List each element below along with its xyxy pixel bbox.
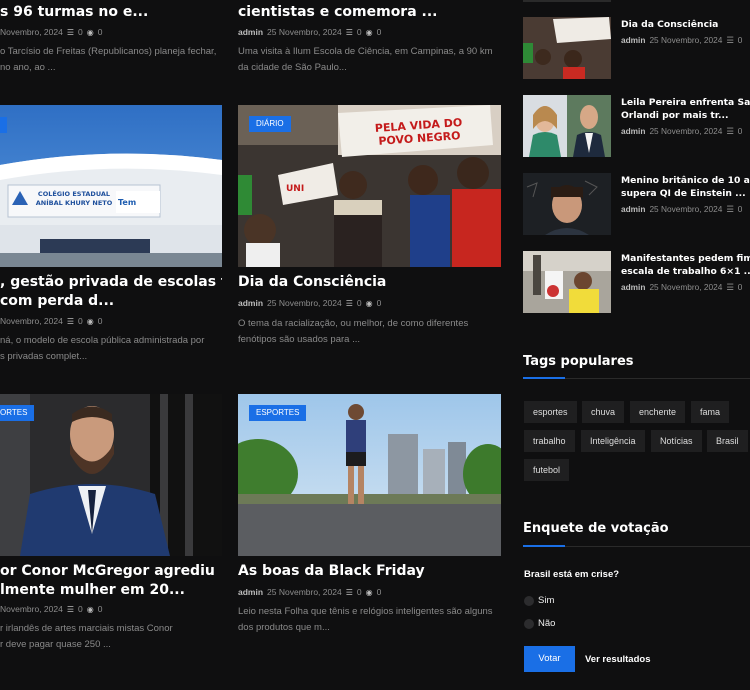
article-title[interactable]: or Conor McGregor agrediu lmente mulher … bbox=[0, 562, 222, 600]
sidebar-post-image[interactable] bbox=[523, 17, 611, 79]
poll-heading-accent bbox=[523, 545, 565, 547]
article-meta: admin 25 Novembro, 2024 ☰ 0 ◉ 0 bbox=[238, 27, 382, 37]
tag-fama[interactable]: fama bbox=[691, 401, 730, 423]
sidebar-post-image[interactable] bbox=[523, 251, 611, 313]
tag-noticias[interactable]: Notícias bbox=[651, 430, 702, 452]
svg-text:UNI: UNI bbox=[286, 184, 304, 194]
sidebar-post-title[interactable]: Menino britânico de 10 anos supera QI de… bbox=[621, 174, 750, 200]
article-excerpt: o Tarcísio de Freitas (Republicanos) pla… bbox=[0, 46, 217, 73]
poll-heading: Enquete de votação bbox=[523, 521, 669, 536]
sidebar-post-image[interactable] bbox=[523, 173, 611, 235]
article-excerpt: Uma visita à Ilum Escola de Ciência, em … bbox=[238, 46, 493, 73]
comment-icon: ☰ bbox=[66, 316, 75, 326]
eye-icon: ◉ bbox=[86, 604, 94, 614]
eye-icon: ◉ bbox=[365, 27, 373, 37]
eye-icon: ◉ bbox=[86, 27, 94, 37]
eye-icon: ◉ bbox=[86, 316, 94, 326]
article-meta: admin 25 Novembro, 2024 ☰ 0 ◉ 0 bbox=[238, 298, 382, 308]
comment-icon: ☰ bbox=[726, 204, 734, 214]
eye-icon: ◉ bbox=[365, 298, 373, 308]
tag-enchente[interactable]: enchente bbox=[630, 401, 686, 423]
school-sign: COLÉGIO ESTADUAL ANÍBAL KHURY NETO bbox=[35, 190, 113, 207]
article-image-mcgregor[interactable]: ORTES bbox=[0, 394, 222, 556]
boy-thumb bbox=[523, 173, 611, 235]
comment-icon: ☰ bbox=[345, 27, 353, 37]
comment-icon: ☰ bbox=[726, 126, 734, 136]
poll-question: Brasil está em crise? bbox=[524, 569, 620, 580]
leila-thumb bbox=[523, 95, 611, 157]
vote-button[interactable]: Votar bbox=[524, 646, 575, 672]
article-excerpt: Leio nesta Folha que tênis e relógios in… bbox=[238, 606, 493, 633]
poll-option-label[interactable]: Sim bbox=[538, 595, 554, 606]
article-meta: Novembro, 2024 ☰ 0 ◉ 0 bbox=[0, 27, 103, 37]
tags-heading-accent bbox=[523, 377, 565, 379]
comment-icon: ☰ bbox=[345, 587, 353, 597]
article-title[interactable]: Dia da Consciência bbox=[238, 273, 501, 292]
school-photo: Tem bbox=[0, 105, 222, 267]
article-meta: Novembro, 2024 ☰ 0 ◉ 0 bbox=[0, 604, 103, 614]
category-badge[interactable]: ESPORTES bbox=[249, 405, 307, 421]
tag-trabalho[interactable]: trabalho bbox=[524, 430, 575, 452]
article-excerpt: O tema da racialização, ou melhor, de co… bbox=[238, 318, 469, 345]
article-excerpt: ná, o modelo de escola pública administr… bbox=[0, 335, 205, 362]
sidebar-post-image[interactable] bbox=[523, 95, 611, 157]
sidebar-post-meta: admin 25 Novembro, 2024 ☰ 0 bbox=[621, 35, 743, 45]
poll-option-label[interactable]: Não bbox=[538, 618, 555, 629]
category-badge[interactable] bbox=[0, 117, 7, 133]
article-title[interactable]: s 96 turmas no e... bbox=[0, 3, 222, 22]
sidebar-post-meta: admin 25 Novembro, 2024 ☰ 0 bbox=[621, 282, 743, 292]
sidebar-post-title[interactable]: Manifestantes pedem fim da escala de tra… bbox=[621, 252, 750, 278]
article-title[interactable]: , gestão privada de escolas faz 2 com pe… bbox=[0, 273, 222, 311]
comment-icon: ☰ bbox=[726, 282, 734, 292]
sidebar-top-divider bbox=[523, 0, 611, 2]
comment-icon: ☰ bbox=[726, 35, 734, 45]
article-meta: admin 25 Novembro, 2024 ☰ 0 ◉ 0 bbox=[238, 587, 382, 597]
article-image-protest[interactable]: UNI PELA VIDA DO POVO NEGRO DIÁRIO bbox=[238, 105, 501, 267]
tag-chuva[interactable]: chuva bbox=[582, 401, 625, 423]
sidebar-post-meta: admin 25 Novembro, 2024 ☰ 0 bbox=[621, 204, 743, 214]
tag-futebol[interactable]: futebol bbox=[524, 459, 570, 481]
view-results-link[interactable]: Ver resultados bbox=[585, 654, 650, 665]
sidebar-post-title[interactable]: Dia da Consciência bbox=[621, 18, 750, 31]
sidebar-post-meta: admin 25 Novembro, 2024 ☰ 0 bbox=[621, 126, 743, 136]
article-meta: Novembro, 2024 ☰ 0 ◉ 0 bbox=[0, 316, 103, 326]
comment-icon: ☰ bbox=[66, 604, 75, 614]
tags-heading: Tags populares bbox=[523, 354, 634, 369]
tag-brasil[interactable]: Brasil bbox=[707, 430, 748, 452]
article-title[interactable]: As boas da Black Friday bbox=[238, 562, 501, 581]
sidebar-post-title[interactable]: Leila Pereira enfrenta Savério Orlandi p… bbox=[621, 96, 750, 122]
svg-text:Tem: Tem bbox=[118, 198, 136, 207]
comment-icon: ☰ bbox=[345, 298, 353, 308]
tag-esportes[interactable]: esportes bbox=[524, 401, 577, 423]
tag-inteligencia[interactable]: Inteligência bbox=[581, 430, 645, 452]
eye-icon: ◉ bbox=[365, 587, 373, 597]
category-badge[interactable]: ORTES bbox=[0, 405, 35, 421]
poll-radio-sim[interactable] bbox=[524, 596, 534, 606]
article-image-runner[interactable]: ESPORTES bbox=[238, 394, 501, 556]
article-image-school[interactable]: Tem COLÉGIO ESTADUAL ANÍBAL KHURY NETO bbox=[0, 105, 222, 267]
category-badge[interactable]: DIÁRIO bbox=[249, 116, 291, 132]
protest-thumb bbox=[523, 17, 611, 79]
article-excerpt: r irlandês de artes marciais mistas Cono… bbox=[0, 623, 173, 650]
march-thumb bbox=[523, 251, 611, 313]
article-title[interactable]: cientistas e comemora ... bbox=[238, 3, 501, 22]
comment-icon: ☰ bbox=[66, 27, 75, 37]
poll-radio-nao[interactable] bbox=[524, 619, 534, 629]
